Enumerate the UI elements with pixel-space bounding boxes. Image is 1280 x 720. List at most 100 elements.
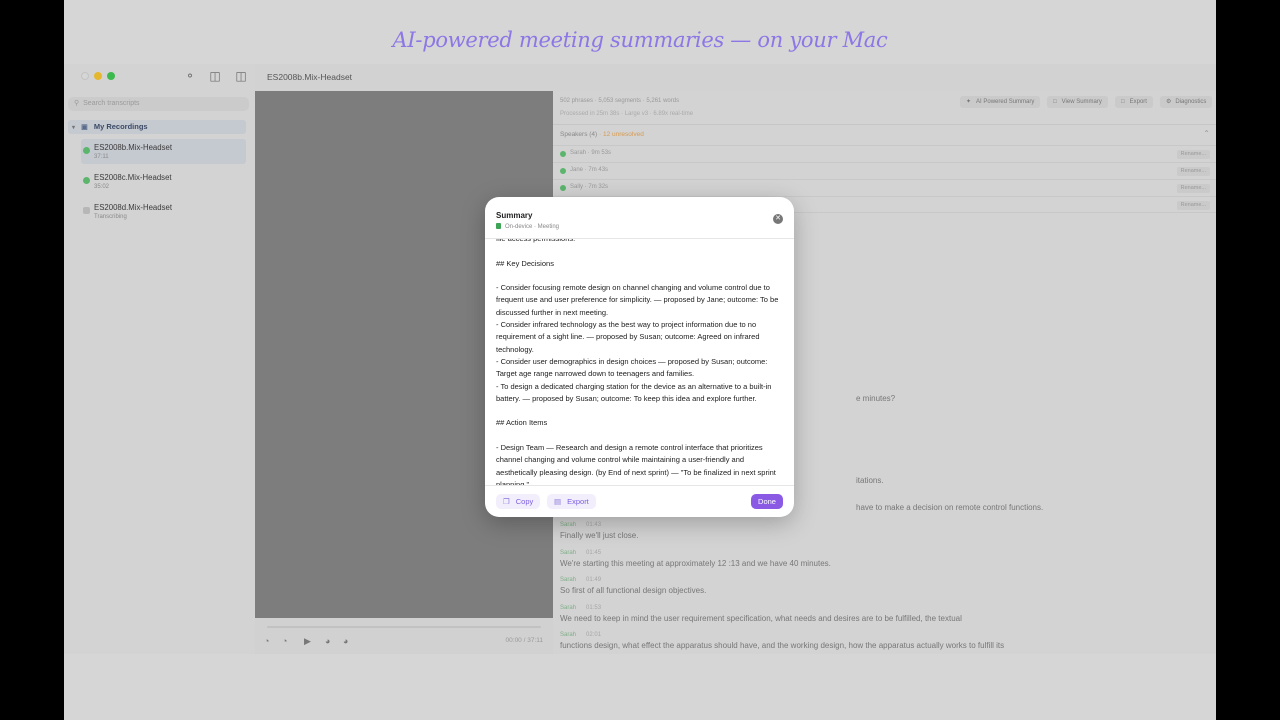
summary-content[interactable]: file access permissions. ## Key Decision… — [496, 239, 786, 485]
ai-summary-label: AI Powered Summary — [976, 99, 1035, 105]
recording-item[interactable]: ES2008d.Mix-Headset Transcribing — [81, 199, 246, 224]
diagnostics-label: Diagnostics — [1175, 99, 1207, 105]
segment-time: 01:43 — [586, 522, 602, 528]
recording-name: ES2008d.Mix-Headset — [94, 203, 173, 212]
skip-back-icon[interactable]: ◔ — [264, 636, 269, 646]
hero-tagline: AI-powered meeting summaries — on your M… — [392, 28, 888, 52]
divider — [553, 124, 1216, 125]
my-recordings-group[interactable]: ▾ ▣ My Recordings — [68, 120, 246, 134]
view-summary-label: View Summary — [1061, 99, 1102, 105]
zoom-window-button[interactable] — [107, 72, 115, 80]
transcript-segment[interactable]: Sarah 01:53 We need to keep in mind the u… — [560, 605, 962, 623]
dialog-subtitle: On-device · Meeting — [496, 223, 559, 230]
rename-button[interactable]: Rename... — [1176, 201, 1210, 210]
done-check-icon — [83, 147, 90, 154]
transcript-segment[interactable]: Sarah 01:43 Finally we'll just close. — [560, 522, 638, 540]
transcript-segment[interactable]: Sarah 02:01 functions design, what effect… — [560, 632, 1004, 650]
segment-time: 01:53 — [586, 605, 602, 611]
segment-text: We're starting this meeting at approxima… — [560, 559, 831, 568]
speaker-name: Sarah — [570, 150, 587, 156]
copy-button[interactable]: ❐ Copy — [496, 494, 541, 509]
copy-icon: ❐ — [503, 497, 510, 506]
transcript-segment[interactable]: Sarah 01:45 We're starting this meeting a… — [560, 550, 831, 568]
rename-button[interactable]: Rename... — [1176, 150, 1210, 159]
speaker-name-time: Sally · 7m 32s — [570, 184, 609, 190]
view-summary-button[interactable]: □ View Summary — [1047, 96, 1108, 108]
transcript-fragment: itations. — [856, 476, 884, 485]
transcript-fragment: e minutes? — [856, 394, 896, 403]
processing-info: Processed in 25m 38s · Large v3 · 6.89x … — [560, 111, 694, 117]
segment-speaker: Sarah — [560, 605, 577, 611]
group-label: My Recordings — [93, 122, 148, 131]
unresolved-count: · 12 unresolved — [599, 131, 644, 138]
recording-item[interactable]: ES2008b.Mix-Headset 37:11 — [81, 139, 246, 164]
done-button[interactable]: Done — [751, 494, 783, 509]
player-controls: ◔ ◔ ▶ ◕ ◕ 00:00 / 37:11 — [255, 618, 553, 654]
segment-time: 02:01 — [586, 632, 602, 638]
sparkle-icon: ✦ — [966, 99, 972, 105]
recording-item[interactable]: ES2008c.Mix-Headset 35:02 — [81, 169, 246, 194]
search-input[interactable]: ⚲ Search transcripts — [68, 97, 249, 111]
minimize-window-button[interactable] — [94, 72, 102, 80]
rename-button[interactable]: Rename... — [1176, 184, 1210, 193]
recording-name: ES2008b.Mix-Headset — [94, 143, 173, 152]
stage: AI-powered meeting summaries — on your M… — [64, 0, 1216, 720]
segment-text: So first of all functional design object… — [560, 586, 707, 595]
speaker-time: 7m 43s — [588, 167, 609, 173]
export-summary-button[interactable]: ▤ Export — [547, 494, 596, 509]
skip-forward-icon[interactable]: ◕ — [343, 636, 348, 646]
search-placeholder: Search transcripts — [83, 100, 140, 107]
transcript-fragment: have to make a decision on remote contro… — [856, 503, 1044, 512]
folder-icon: ▣ — [81, 124, 88, 131]
speakers-header[interactable]: Speakers (4) · 12 unresolved — [560, 131, 644, 138]
recording-status: Transcribing — [94, 214, 127, 220]
segment-speaker: Sarah — [560, 550, 577, 556]
chevron-down-icon: ▾ — [72, 125, 76, 131]
segment-time: 01:49 — [586, 577, 602, 583]
segment-text: We need to keep in mind the user require… — [560, 614, 962, 623]
close-window-button[interactable] — [81, 72, 89, 80]
speaker-row: Jane · 7m 43s Rename... — [553, 162, 1216, 179]
export-icon: □ — [1121, 99, 1125, 105]
export-label: Export — [567, 497, 589, 506]
window-title: ES2008b.Mix-Headset — [267, 72, 353, 82]
export-button[interactable]: □ Export — [1115, 96, 1153, 108]
forward-icon[interactable]: ◕ — [325, 636, 330, 646]
dialog-title: Summary — [496, 211, 533, 220]
chevron-up-icon[interactable]: ⌃ — [1203, 129, 1210, 138]
search-icon: ⚲ — [74, 100, 80, 107]
done-check-icon — [83, 177, 90, 184]
transcript-stats: 502 phrases · 5,053 segments · 5,261 wor… — [560, 98, 680, 104]
transcript-segment[interactable]: Sarah 01:49 So first of all functional de… — [560, 577, 706, 595]
diagnostics-icon: ⚙ — [1166, 99, 1172, 105]
playback-progress-bar[interactable] — [267, 626, 541, 628]
speaker-name: Jane — [570, 167, 584, 173]
playback-time: 00:00 / 37:11 — [505, 637, 543, 644]
speakers-label: Speakers (4) — [560, 131, 598, 138]
sidebar-toggle-icon[interactable]: ◫ — [233, 69, 249, 83]
speaker-time: 7m 32s — [588, 184, 609, 190]
rewind-icon[interactable]: ◔ — [282, 636, 287, 646]
speaker-time: 9m 53s — [591, 150, 612, 156]
export-label: Export — [1129, 99, 1147, 105]
recording-duration: 35:02 — [94, 184, 110, 190]
close-icon[interactable]: ✕ — [773, 214, 783, 224]
speaker-status-icon — [560, 168, 566, 174]
segment-text: Finally we'll just close. — [560, 531, 639, 540]
play-icon[interactable]: ▶ — [304, 636, 311, 647]
divider — [485, 485, 794, 486]
segment-speaker: Sarah — [560, 577, 577, 583]
speaker-status-icon — [560, 185, 566, 191]
ai-summary-button[interactable]: ✦ AI Powered Summary — [960, 96, 1041, 108]
summary-text: file access permissions. ## Key Decision… — [496, 239, 779, 485]
segment-speaker: Sarah — [560, 522, 577, 528]
speaker-name-time: Jane · 7m 43s — [570, 167, 609, 173]
speakers-icon[interactable]: ⚬ — [182, 69, 198, 83]
new-folder-icon[interactable]: ◫ — [207, 69, 223, 83]
diagnostics-button[interactable]: ⚙ Diagnostics — [1160, 96, 1213, 108]
rename-button[interactable]: Rename... — [1176, 167, 1210, 176]
speaker-name-time: Sarah · 9m 53s — [570, 150, 612, 156]
summary-dialog: Summary On-device · Meeting ✕ file acces… — [485, 197, 794, 517]
transcribing-icon — [83, 207, 90, 214]
recording-name: ES2008c.Mix-Headset — [94, 173, 172, 182]
